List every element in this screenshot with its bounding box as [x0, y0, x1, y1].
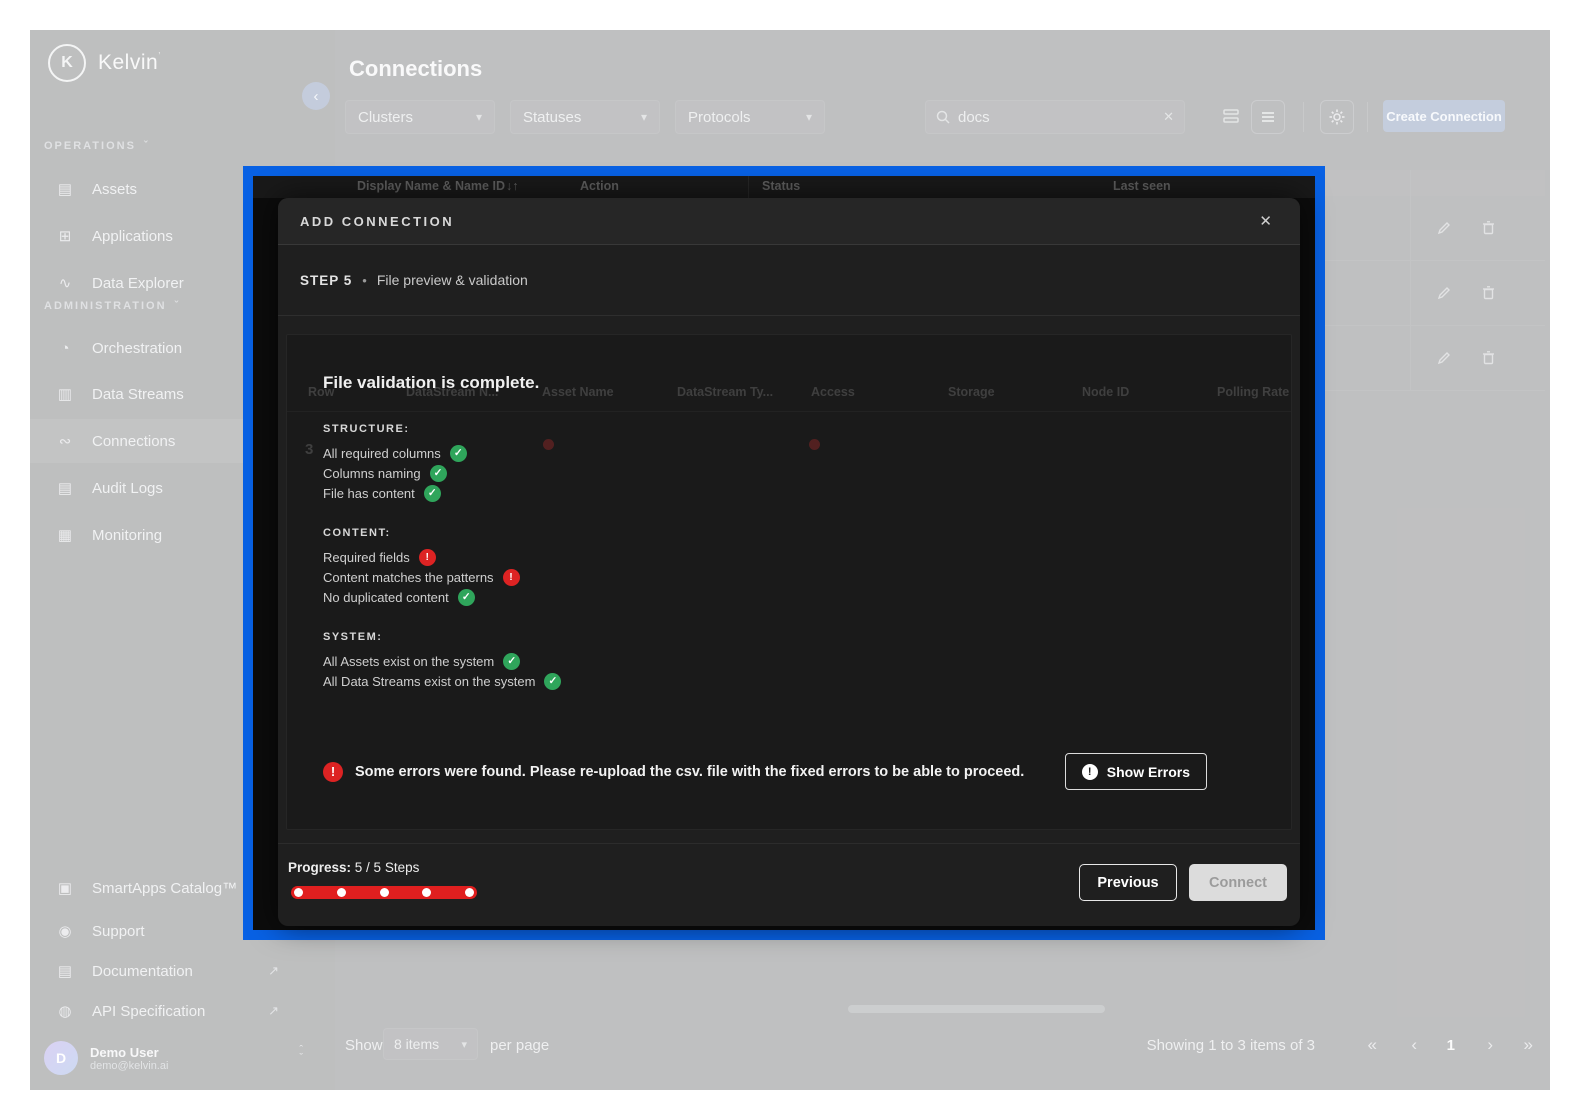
connect-button[interactable]: Connect — [1189, 864, 1287, 901]
validation-panel: Row DataStream N... Asset Name DataStrea… — [286, 334, 1292, 830]
error-message: Some errors were found. Please re-upload… — [355, 764, 1024, 780]
column-display-name: Display Name & Name ID — [357, 179, 505, 193]
column-divider — [748, 176, 749, 198]
error-icon: ! — [323, 762, 343, 782]
ghost-error-dot — [809, 439, 820, 450]
column-last-seen: Last seen — [1113, 179, 1171, 193]
validation-heading: File validation is complete. — [323, 373, 561, 393]
progress-step-dot — [380, 888, 389, 897]
check-icon: ✓ — [430, 465, 447, 482]
progress-step-dot — [337, 888, 346, 897]
ghost-column: Node ID — [1082, 385, 1129, 399]
validation-item: Columns naming ✓ — [323, 463, 561, 483]
validation-item: All required columns ✓ — [323, 443, 561, 463]
error-icon: ! — [419, 549, 436, 566]
ghost-row-number: 3 — [305, 441, 313, 458]
ghost-column: Polling Rate — [1217, 385, 1289, 399]
validation-item: File has content ✓ — [323, 483, 561, 503]
modal-footer: Progress: 5 / 5 Steps Previous Connect — [278, 843, 1300, 926]
progress-step-dot — [294, 888, 303, 897]
group-system-label: SYSTEM: — [323, 631, 561, 643]
error-banner: ! Some errors were found. Please re-uplo… — [323, 753, 1207, 790]
close-icon[interactable]: ✕ — [1259, 212, 1272, 230]
progress-step-dot — [465, 888, 474, 897]
error-icon: ! — [1082, 764, 1098, 780]
step-separator: • — [362, 273, 367, 288]
check-icon: ✓ — [450, 445, 467, 462]
validation-item: Required fields ! — [323, 547, 561, 567]
progress-bar — [291, 886, 477, 899]
check-icon: ✓ — [503, 653, 520, 670]
highlight-frame: Display Name & Name ID ↓↑ Action Status … — [243, 166, 1325, 940]
check-icon: ✓ — [424, 485, 441, 502]
column-action: Action — [580, 179, 619, 193]
progress-step-dot — [422, 888, 431, 897]
show-errors-button[interactable]: ! Show Errors — [1065, 753, 1207, 790]
validation-results: File validation is complete. STRUCTURE: … — [323, 373, 561, 691]
validation-item: No duplicated content ✓ — [323, 587, 561, 607]
validation-item: Content matches the patterns ! — [323, 567, 561, 587]
add-connection-modal: ADD CONNECTION ✕ STEP 5 • File preview &… — [278, 198, 1300, 926]
modal-title: ADD CONNECTION — [300, 214, 454, 229]
previous-button[interactable]: Previous — [1079, 864, 1177, 901]
ghost-column: Access — [811, 385, 855, 399]
column-status: Status — [762, 179, 800, 193]
validation-item: All Assets exist on the system ✓ — [323, 651, 561, 671]
step-bar: STEP 5 • File preview & validation — [278, 245, 1300, 316]
screen: K Kelvin’ OPERATIONS ˇ ▤ Assets ⊞ Applic… — [0, 0, 1580, 1120]
group-content-label: CONTENT: — [323, 527, 561, 539]
check-icon: ✓ — [458, 589, 475, 606]
step-label: STEP 5 — [300, 273, 352, 288]
check-icon: ✓ — [544, 673, 561, 690]
group-structure-label: STRUCTURE: — [323, 423, 561, 435]
step-title: File preview & validation — [377, 272, 528, 288]
progress-label: Progress: 5 / 5 Steps — [288, 860, 419, 875]
sort-icon: ↓↑ — [506, 179, 519, 193]
ghost-column: Storage — [948, 385, 995, 399]
validation-item: All Data Streams exist on the system ✓ — [323, 671, 561, 691]
error-icon: ! — [503, 569, 520, 586]
table-header-snapshot: Display Name & Name ID ↓↑ Action Status … — [253, 176, 1315, 198]
ghost-column: DataStream Ty... — [677, 385, 773, 399]
modal-header: ADD CONNECTION ✕ — [278, 198, 1300, 245]
